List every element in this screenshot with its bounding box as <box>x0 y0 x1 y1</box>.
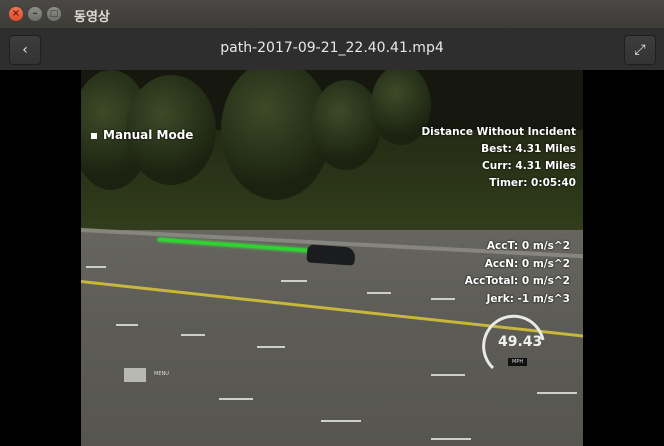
lane-dash <box>431 374 465 376</box>
mode-indicator-icon <box>91 132 97 139</box>
lane-dash <box>321 420 361 422</box>
stats-heading: Distance Without Incident <box>421 126 576 138</box>
window-titlebar: × – □ 동영상 <box>0 0 664 29</box>
lane-dash <box>116 324 138 326</box>
window-title: 동영상 <box>74 10 110 25</box>
acc-n: AccN: 0 m/s^2 <box>484 257 570 270</box>
distance-stats: Distance Without Incident Best: 4.31 Mil… <box>421 124 576 192</box>
maximize-window-button[interactable]: □ <box>47 7 61 21</box>
lane-dash <box>257 346 285 348</box>
stats-best: Best: 4.31 Miles <box>481 143 576 155</box>
speed-unit: MPH <box>508 358 528 366</box>
lane-dash <box>367 292 391 294</box>
lane-dash <box>431 438 471 440</box>
video-frame[interactable]: Manual Mode Distance Without Incident Be… <box>81 70 583 446</box>
lane-dash <box>431 298 455 300</box>
lane-dash <box>181 334 205 336</box>
mode-indicator: Manual Mode <box>91 128 193 142</box>
sim-menu-label: MENU <box>154 371 169 377</box>
ego-car <box>306 244 356 266</box>
tree <box>311 80 381 170</box>
speed-readout: 49.43 <box>498 334 543 350</box>
lane-dash <box>86 266 106 268</box>
header-bar: ‹ path-2017-09-21_22.40.41.mp4 ⤢ <box>0 28 664 70</box>
fullscreen-button[interactable]: ⤢ <box>624 35 656 65</box>
acc-total: AccTotal: 0 m/s^2 <box>464 275 570 287</box>
fullscreen-icon: ⤢ <box>634 42 646 58</box>
sim-menu-button <box>124 368 146 382</box>
acceleration-stats: AccT: 0 m/s^2 AccN: 0 m/s^2 AccTotal: 0 … <box>465 238 570 308</box>
stats-curr: Curr: 4.31 Miles <box>482 160 576 172</box>
lane-dash <box>537 392 577 394</box>
lane-dash <box>281 280 307 282</box>
minimize-window-button[interactable]: – <box>28 7 42 21</box>
acc-t: AccT: 0 m/s^2 <box>486 240 570 252</box>
stats-timer: Timer: 0:05:40 <box>489 177 576 189</box>
lane-dash <box>219 398 253 400</box>
jerk: Jerk: -1 m/s^3 <box>486 292 571 305</box>
mode-label: Manual Mode <box>103 128 194 142</box>
video-filename: path-2017-09-21_22.40.41.mp4 <box>220 40 444 56</box>
close-window-button[interactable]: × <box>9 7 23 21</box>
